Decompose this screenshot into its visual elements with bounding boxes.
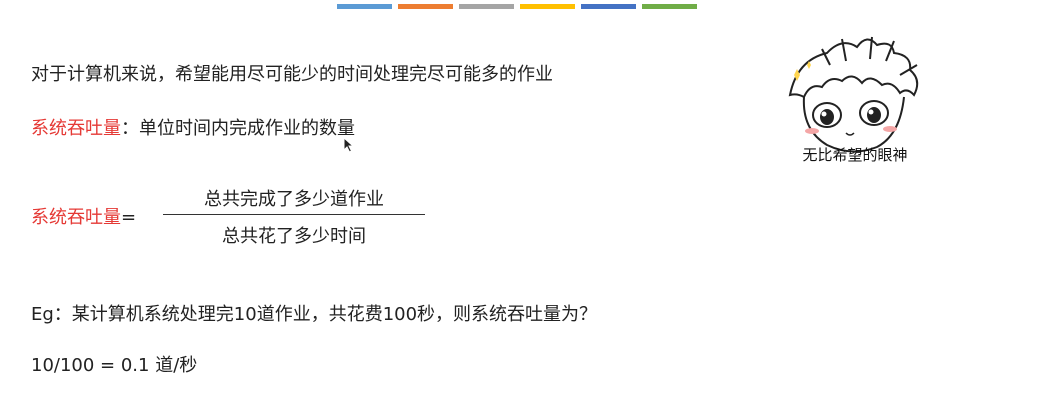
accent-stripe-orange: [398, 4, 453, 9]
formula-left-side: 系统吞吐量=: [31, 203, 136, 229]
example-answer: 10/100 = 0.1 道/秒: [31, 355, 198, 376]
fraction-bar: [163, 214, 425, 215]
formula-denominator: 总共花了多少时间: [222, 226, 366, 247]
definition-text: ：单位时间内完成作业的数量: [121, 118, 355, 139]
accent-stripe-green: [642, 4, 697, 9]
definition-term: 系统吞吐量: [31, 118, 121, 139]
accent-stripe-darkblue: [581, 4, 636, 9]
mouse-cursor-icon: [343, 137, 355, 153]
formula-numerator: 总共完成了多少道作业: [204, 189, 384, 210]
accent-stripe-gray: [459, 4, 514, 9]
sticker-caption: 无比希望的眼神: [802, 146, 908, 164]
formula-term: 系统吞吐量: [31, 207, 121, 228]
accent-stripe-yellow: [520, 4, 575, 9]
intro-text: 对于计算机来说，希望能用尽可能少的时间处理完尽可能多的作业: [31, 64, 553, 85]
accent-stripe-blue: [337, 4, 392, 9]
meme-sticker: 无比希望的眼神: [782, 35, 928, 167]
formula-equals: =: [121, 207, 137, 228]
example-question: Eg：某计算机系统处理完10道作业，共花费100秒，则系统吞吐量为？: [31, 304, 598, 325]
throughput-definition: 系统吞吐量：单位时间内完成作业的数量: [31, 114, 355, 140]
